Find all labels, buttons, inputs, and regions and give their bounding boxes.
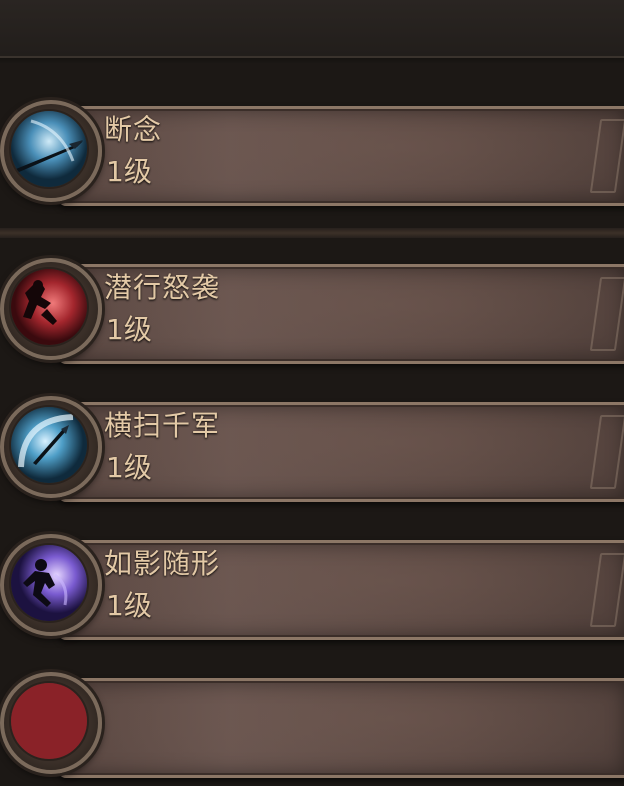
sweep-slash-icon	[9, 405, 89, 485]
skill-row[interactable]: 如影随形 1级	[0, 528, 624, 648]
skill-icon-frame[interactable]	[0, 672, 102, 774]
skill-level: 1级	[106, 155, 152, 188]
top-panel	[0, 0, 624, 64]
row-divider	[0, 228, 624, 238]
panel-ornament	[589, 119, 624, 193]
spear-throw-icon	[9, 109, 89, 189]
skill-level: 1级	[106, 313, 152, 346]
skill-icon-frame[interactable]	[0, 100, 102, 202]
skill-panel	[58, 678, 624, 778]
skill-name: 潜行怒袭	[104, 271, 221, 304]
skill-name: 断念	[104, 113, 163, 146]
crimson-skill-icon	[9, 681, 89, 761]
skill-row[interactable]: 横扫千军 1级	[0, 390, 624, 510]
skill-name: 如影随形	[104, 547, 221, 580]
skill-icon-frame[interactable]	[0, 258, 102, 360]
skill-icon-frame[interactable]	[0, 534, 102, 636]
skill-icon-frame[interactable]	[0, 396, 102, 498]
panel-ornament	[589, 415, 624, 489]
skill-level: 1级	[106, 451, 152, 484]
panel-ornament	[589, 553, 624, 627]
skill-row[interactable]: 断念 1级	[0, 94, 624, 214]
skill-row[interactable]: 潜行怒袭 1级	[0, 252, 624, 372]
shadow-rogue-icon	[9, 267, 89, 347]
panel-ornament	[589, 277, 624, 351]
skill-level: 1级	[106, 589, 152, 622]
shadow-step-icon	[9, 543, 89, 623]
skill-name: 横扫千军	[104, 409, 221, 442]
skill-row[interactable]	[0, 666, 624, 786]
